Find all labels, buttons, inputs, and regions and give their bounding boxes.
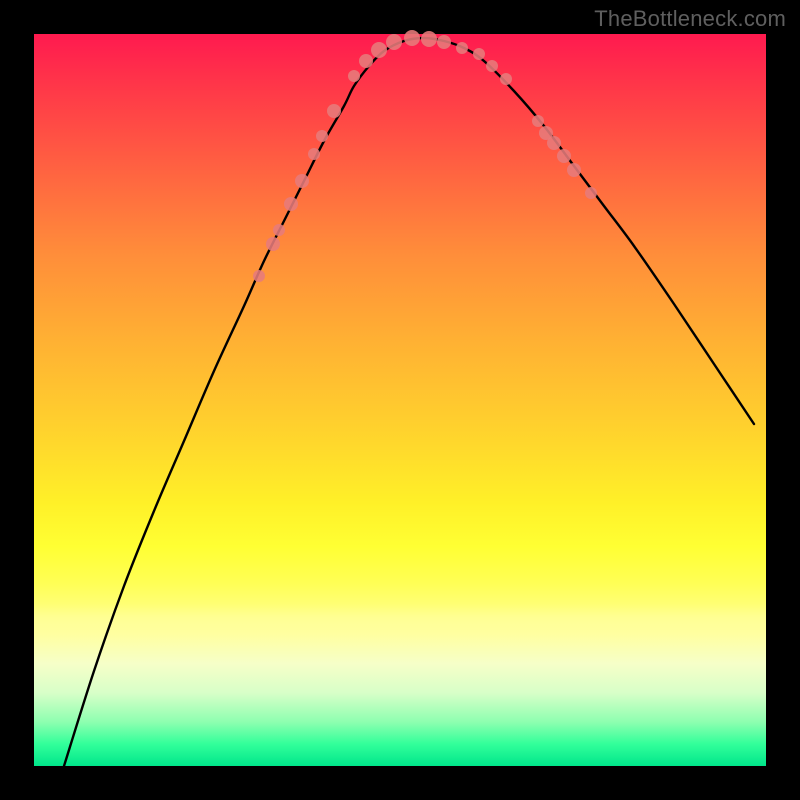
data-point — [486, 60, 498, 72]
data-point — [437, 35, 451, 49]
data-point — [547, 136, 561, 150]
data-point — [567, 163, 581, 177]
chart-frame: TheBottleneck.com — [0, 0, 800, 800]
data-point — [456, 42, 468, 54]
data-point — [266, 237, 280, 251]
data-point — [308, 148, 320, 160]
data-point — [404, 30, 420, 46]
data-point — [557, 149, 571, 163]
data-point — [532, 115, 544, 127]
plot-area — [34, 34, 766, 766]
data-point — [273, 224, 285, 236]
data-point — [359, 54, 373, 68]
data-point — [386, 34, 402, 50]
data-point — [284, 197, 298, 211]
data-point — [327, 104, 341, 118]
data-point — [253, 270, 265, 282]
data-point — [500, 73, 512, 85]
data-point — [421, 31, 437, 47]
data-point — [295, 174, 309, 188]
bottleneck-curve — [64, 38, 754, 766]
data-point — [371, 42, 387, 58]
data-point — [585, 187, 597, 199]
data-point — [473, 48, 485, 60]
data-point — [316, 130, 328, 142]
curve-layer — [34, 34, 766, 766]
watermark-text: TheBottleneck.com — [594, 6, 786, 32]
data-point — [348, 70, 360, 82]
